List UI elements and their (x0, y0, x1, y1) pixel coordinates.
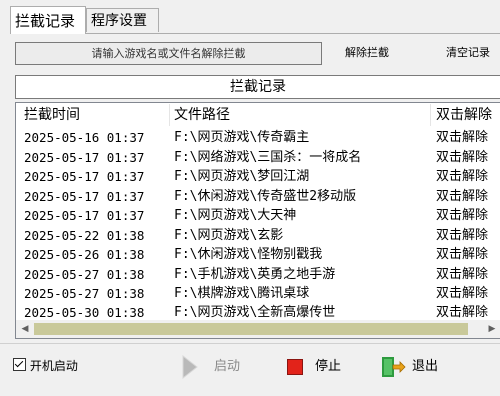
table-row[interactable]: 2025-05-22 01:38 F:\网页游戏\玄影 双击解除 (16, 226, 500, 245)
table-row[interactable]: 2025-05-27 01:38 F:\棋牌游戏\腾讯桌球 双击解除 (16, 284, 500, 303)
block-records-list[interactable]: 拦截时间 文件路径 双击解除 2025-05-16 01:37 F:\网页游戏\… (15, 102, 500, 339)
row-time: 2025-05-17 01:37 (24, 188, 145, 204)
exit-door-icon (382, 357, 406, 377)
start-label: 启动 (214, 359, 241, 374)
row-unblock-action[interactable]: 双击解除 (436, 245, 488, 264)
row-unblock-action[interactable]: 双击解除 (436, 167, 488, 186)
tab-program-settings[interactable]: 程序设置 (86, 8, 159, 32)
tab-block-records[interactable]: 拦截记录 (10, 6, 86, 34)
row-time: 2025-05-17 01:37 (24, 169, 145, 184)
stop-label: 停止 (315, 359, 342, 374)
scroll-left-icon[interactable]: ◀ (19, 322, 31, 336)
row-path: F:\网页游戏\传奇霸主 (174, 130, 310, 145)
exit-label: 退出 (412, 359, 439, 374)
column-header-action[interactable]: 双击解除 (436, 103, 492, 127)
exit-button[interactable]: 退出 (380, 350, 450, 384)
row-time: 2025-05-16 01:37 (24, 130, 145, 145)
row-time: 2025-05-27 01:38 (24, 266, 145, 282)
tab-bar: 拦截记录 程序设置 (0, 0, 500, 34)
row-path: F:\网页游戏\大天神 (174, 208, 297, 223)
column-separator[interactable] (430, 104, 431, 126)
footer-divider (0, 343, 500, 344)
table-row[interactable]: 2025-05-16 01:37 F:\网页游戏\传奇霸主 双击解除 (16, 128, 500, 147)
row-unblock-action[interactable]: 双击解除 (436, 187, 488, 206)
play-arrow-icon (182, 354, 198, 380)
search-input[interactable]: 请输入游戏名或文件名解除拦截 (15, 42, 322, 65)
autostart-label: 开机启动 (29, 359, 78, 373)
column-header-time[interactable]: 拦截时间 (24, 103, 80, 127)
row-time: 2025-05-27 01:38 (24, 286, 145, 301)
table-row[interactable]: 2025-05-17 01:37 F:\网页游戏\梦回江湖 双击解除 (16, 167, 500, 186)
table-row[interactable]: 2025-05-26 01:38 F:\休闲游戏\怪物别戳我 双击解除 (16, 245, 500, 264)
clear-records-button[interactable]: 清空记录 (446, 45, 490, 61)
checkbox-checked-icon[interactable] (13, 358, 26, 371)
row-path: F:\网页游戏\梦回江湖 (174, 169, 310, 184)
row-path: F:\网络游戏\三国杀：一将成名 (174, 149, 362, 165)
column-separator[interactable] (169, 104, 170, 126)
table-row[interactable]: 2025-05-17 01:37 F:\休闲游戏\传奇盛世2移动版 双击解除 (16, 187, 500, 206)
row-path: F:\网页游戏\玄影 (174, 227, 284, 243)
table-row[interactable]: 2025-05-17 01:37 F:\网页游戏\大天神 双击解除 (16, 206, 500, 225)
row-unblock-action[interactable]: 双击解除 (436, 284, 488, 303)
table-row[interactable]: 2025-05-17 01:37 F:\网络游戏\三国杀：一将成名 双击解除 (16, 148, 500, 167)
row-unblock-action[interactable]: 双击解除 (436, 226, 488, 245)
row-unblock-action[interactable]: 双击解除 (436, 148, 488, 167)
row-unblock-action[interactable]: 双击解除 (436, 206, 488, 225)
table-row[interactable]: 2025-05-27 01:38 F:\手机游戏\英勇之地手游 双击解除 (16, 265, 500, 284)
row-unblock-action[interactable]: 双击解除 (436, 128, 488, 147)
row-time: 2025-05-17 01:37 (24, 149, 145, 165)
stop-button[interactable]: 停止 (286, 350, 356, 384)
horizontal-scrollbar[interactable]: ◀ ▶ (16, 320, 500, 338)
autostart-checkbox[interactable]: 开机启动 (13, 358, 78, 374)
row-path: F:\手机游戏\英勇之地手游 (174, 266, 336, 282)
column-header-path[interactable]: 文件路径 (174, 103, 230, 127)
row-time: 2025-05-26 01:38 (24, 247, 145, 262)
row-path: F:\休闲游戏\传奇盛世2移动版 (174, 188, 357, 204)
section-title: 拦截记录 (15, 75, 500, 99)
row-unblock-action[interactable]: 双击解除 (436, 265, 488, 284)
stop-square-icon (287, 359, 303, 375)
scrollbar-thumb[interactable] (34, 323, 468, 335)
row-time: 2025-05-22 01:38 (24, 227, 145, 243)
start-button[interactable]: 启动 (180, 350, 250, 384)
row-path: F:\休闲游戏\怪物别戳我 (174, 247, 323, 262)
row-time: 2025-05-17 01:37 (24, 208, 145, 223)
scroll-right-icon[interactable]: ▶ (486, 322, 498, 336)
row-path: F:\棋牌游戏\腾讯桌球 (174, 286, 310, 301)
unblock-button[interactable]: 解除拦截 (345, 45, 389, 61)
